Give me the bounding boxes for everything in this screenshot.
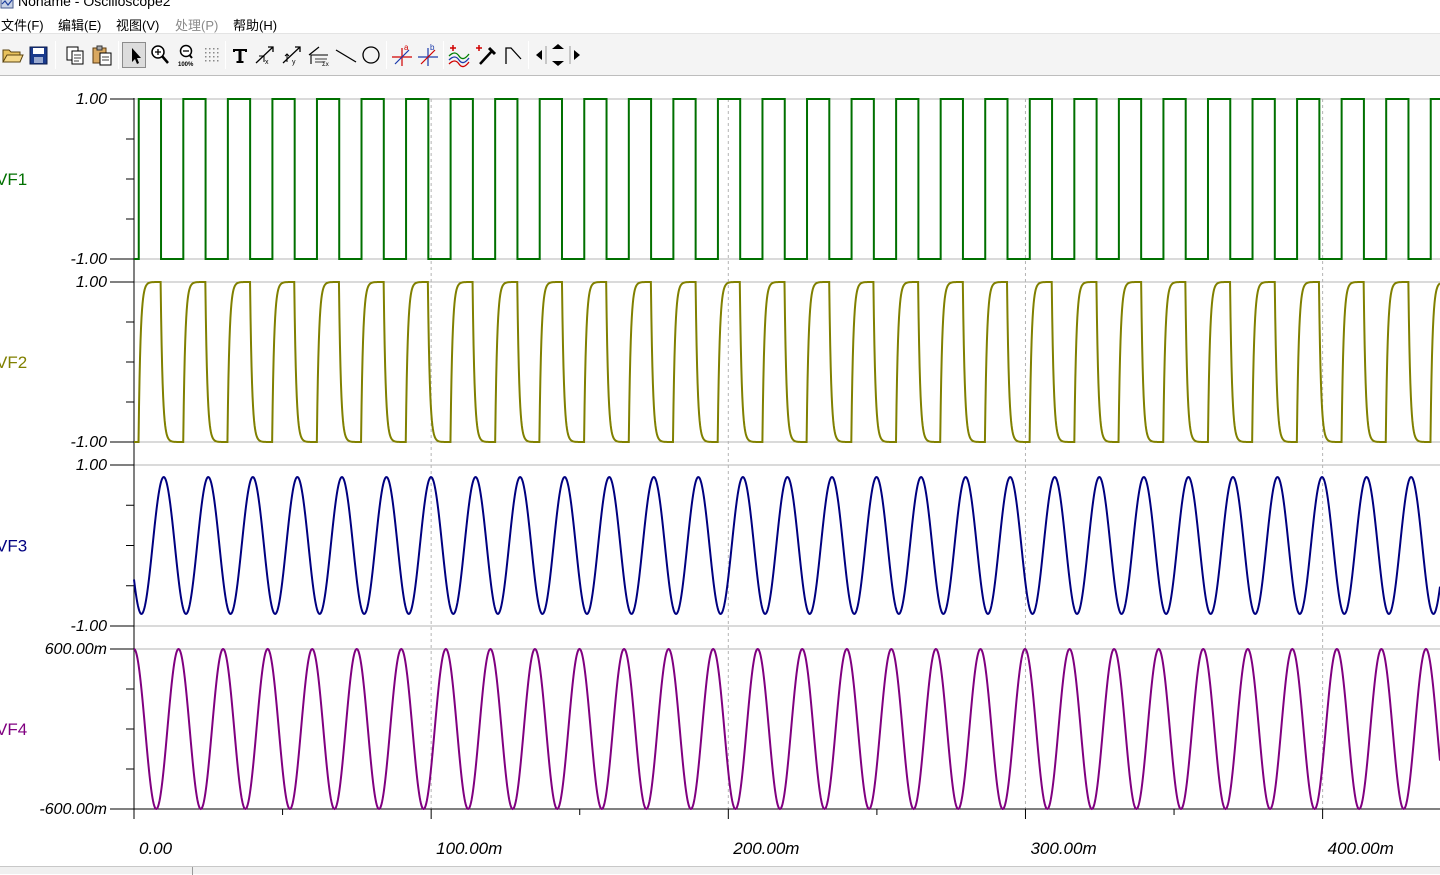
toolbar-separator [386,41,387,69]
oscilloscope-display[interactable]: 0.00 100.00m 200.00m 300.00m 400.00m 1.00 -1.0… [0,76,1440,866]
save-button[interactable] [27,42,51,68]
annotate-slope-icon: x [255,46,274,66]
step-icon [505,47,522,64]
menu-help[interactable]: 帮助(H) [233,15,277,34]
annotate-rise-icon: y [282,46,301,66]
svg-text:x: x [265,59,269,66]
oscilloscope-chart[interactable]: 0.00 100.00m 200.00m 300.00m 400.00m 1.00 -1.0… [0,76,1440,866]
svg-text:Σx: Σx [322,62,329,68]
trace-vf3 [133,476,1440,615]
grid-icon [205,48,219,62]
menu-bar: 文件(F) 编辑(E) 视图(V) 处理(P) 帮助(H) [0,12,1440,34]
svg-text:b: b [430,43,435,52]
traces [133,98,1440,811]
zoom-100-button[interactable]: 100% [174,42,198,68]
pointer-icon [132,48,141,64]
channel-label-vf4: VF4 [0,720,27,739]
channel-label-vf1: VF1 [0,170,27,189]
circle-tool-button[interactable] [359,42,383,68]
x-tick-label: 300.00m [1030,839,1096,858]
pointer-button[interactable] [122,42,146,68]
axes [110,98,1440,819]
toolbar-separator [225,41,226,69]
circle-tool-icon [362,46,380,64]
y-tick-label: -600.00m [39,801,107,818]
toolbar-separator [443,41,444,69]
channel-label-vf3: VF3 [0,537,27,556]
toolbar: 100% x y Σx a b [0,34,1440,76]
open-button[interactable] [0,42,24,68]
add-trace-icon [448,45,470,68]
window-titlebar: Noname - Oscilloscope2 [0,0,1440,12]
trace-vf1 [134,98,1440,260]
text-tool-icon [233,49,247,63]
x-tick-label: 0.00 [139,839,173,858]
y-tick-label: 1.00 [76,91,107,108]
status-bar [0,866,1440,875]
paste-icon [92,45,112,66]
cursor-a-icon: a [392,43,412,66]
trace-vf4 [133,647,1440,811]
grid-lines [134,98,1440,810]
navigate-icon [536,44,580,66]
annotate-dimension-button[interactable]: Σx [307,42,331,68]
toolbar-separator [528,41,529,69]
copy-button[interactable] [63,42,87,68]
annotate-slope-button[interactable]: x [253,42,277,68]
y-tick-label: 600.00m [45,641,107,658]
probe-button[interactable] [474,42,498,68]
line-tool-button[interactable] [334,42,358,68]
cursor-b-icon: b [418,43,438,66]
copy-icon [66,46,84,65]
paste-button[interactable] [90,42,114,68]
cursor-b-button[interactable]: b [416,42,440,68]
x-tick-label: 400.00m [1328,839,1394,858]
svg-text:y: y [292,59,296,66]
y-tick-label: 1.00 [76,457,107,474]
window-title: Noname - Oscilloscope2 [18,0,171,9]
menu-process[interactable]: 处理(P) [175,15,218,34]
menu-edit[interactable]: 编辑(E) [58,15,101,34]
probe-icon [476,45,497,65]
app-icon [0,0,14,9]
y-tick-label: 1.00 [76,274,107,291]
cursor-a-button[interactable]: a [390,42,414,68]
svg-text:a: a [404,43,409,52]
toolbar-separator [55,41,56,69]
toolbar-separator [118,41,119,69]
zoom-100-icon: 100% [178,44,194,68]
zoom-in-icon [151,45,169,64]
svg-text:100%: 100% [178,62,194,68]
open-icon [2,49,24,63]
y-tick-label: -1.00 [71,618,108,635]
line-tool-icon [335,49,357,63]
zoom-in-button[interactable] [148,42,172,68]
annotate-dimension-icon: Σx [308,46,329,68]
save-icon [29,46,48,65]
trace-vf2 [134,281,1440,443]
menu-view[interactable]: 视图(V) [116,15,159,34]
text-tool-button[interactable] [228,42,252,68]
x-tick-label: 200.00m [732,839,799,858]
y-tick-label: -1.00 [71,434,108,451]
navigate-button[interactable] [532,42,580,68]
y-tick-label: -1.00 [71,251,108,268]
step-button[interactable] [501,42,525,68]
grid-button[interactable] [200,42,224,68]
x-tick-label: 100.00m [436,839,502,858]
channel-label-vf2: VF2 [0,353,27,372]
add-trace-button[interactable] [447,42,471,68]
annotate-rise-button[interactable]: y [280,42,304,68]
menu-file[interactable]: 文件(F) [1,15,44,34]
